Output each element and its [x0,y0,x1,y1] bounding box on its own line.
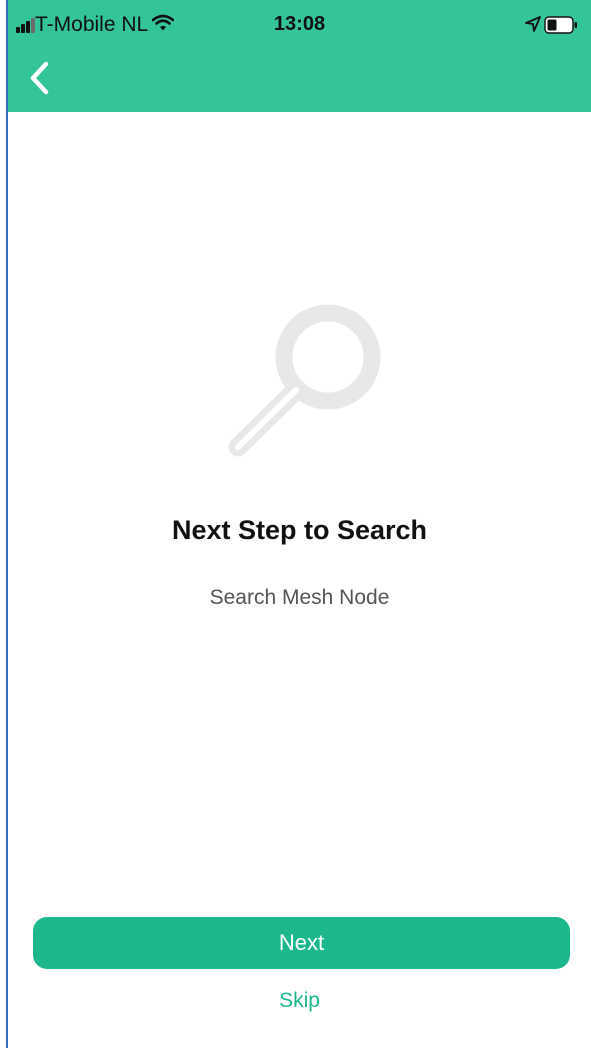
back-button[interactable] [22,55,62,101]
page-subtitle: Search Mesh Node [209,586,390,609]
window-frame-edge [0,0,8,1048]
app-screen: T-Mobile NL 13:08 Next Step to Search Se… [0,0,591,1048]
status-time: 13:08 [273,13,326,35]
location-icon [525,16,541,32]
next-button[interactable]: Next [33,917,570,969]
page-title: Next Step to Search [171,515,428,545]
battery-icon [544,16,577,34]
header-bar: T-Mobile NL 13:08 [8,0,591,112]
magnifier-icon [228,304,381,457]
skip-link[interactable]: Skip [8,989,591,1013]
status-bar: T-Mobile NL 13:08 [8,0,591,44]
main-content: Next Step to Search Search Mesh Node Nex… [8,112,591,1048]
chevron-left-icon [30,61,49,95]
